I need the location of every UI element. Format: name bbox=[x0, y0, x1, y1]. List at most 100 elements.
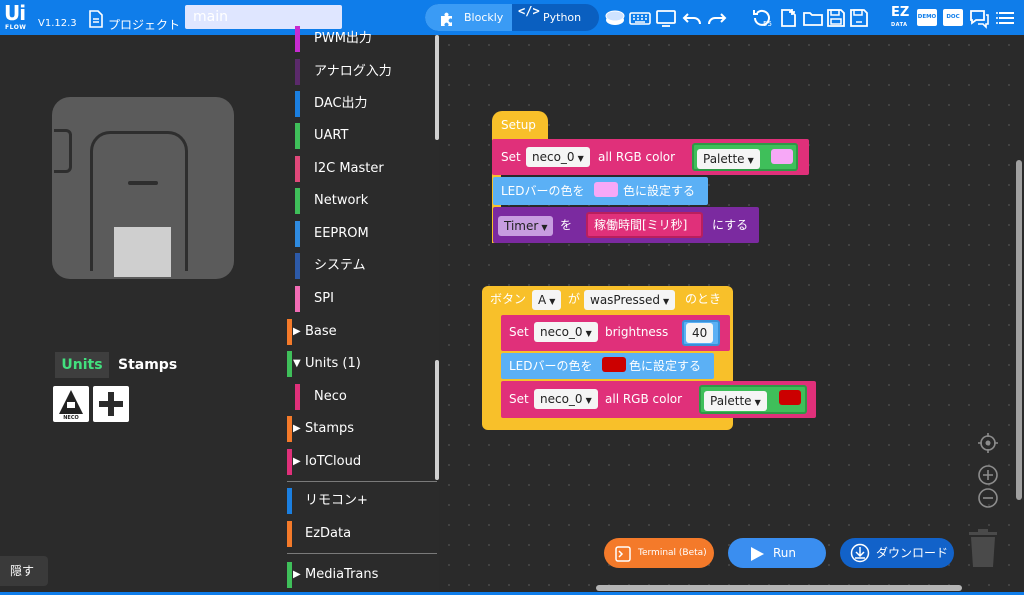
brightness-value[interactable]: 40 bbox=[686, 323, 714, 343]
workspace-scrollbar-vertical[interactable] bbox=[1016, 160, 1022, 500]
mode-toggle: Blockly </> Python bbox=[425, 4, 599, 31]
led-color-swatch[interactable] bbox=[594, 182, 618, 197]
keyboard-icon[interactable] bbox=[629, 7, 651, 29]
download-label: ダウンロード bbox=[876, 546, 949, 560]
category-item[interactable]: ▶ IoTCloud bbox=[287, 446, 437, 478]
ezdata-icon[interactable]: EZ DATA bbox=[891, 6, 909, 32]
chevron-down-icon: ▼ bbox=[541, 223, 548, 232]
download-button[interactable]: ダウンロード bbox=[840, 538, 954, 568]
led-color-swatch[interactable] bbox=[602, 357, 626, 372]
palette-dropdown[interactable]: Palette ▼ bbox=[704, 391, 767, 411]
zoom-out-icon[interactable] bbox=[977, 487, 999, 514]
category-item[interactable]: アナログ入力 bbox=[287, 56, 437, 88]
blockly-tab[interactable]: Blockly bbox=[425, 4, 512, 31]
category-item[interactable]: ▶ MediaTrans bbox=[287, 559, 437, 591]
target-dropdown[interactable]: neco_0 ▼ bbox=[534, 389, 598, 409]
project-label[interactable]: プロジェクト bbox=[108, 16, 180, 33]
blockly-label: Blockly bbox=[464, 11, 504, 24]
category-item[interactable]: ▼ Units (1) bbox=[287, 348, 437, 380]
doc-icon[interactable]: DOC bbox=[943, 9, 963, 26]
category-item[interactable]: UART bbox=[287, 120, 437, 152]
demo-icon[interactable]: DEMO bbox=[917, 9, 937, 26]
category-color-bar bbox=[295, 91, 300, 117]
set-keyword: Set bbox=[509, 325, 529, 339]
python-tab[interactable]: </> Python bbox=[512, 4, 599, 31]
neco-unit-tile[interactable]: NECO bbox=[53, 386, 89, 422]
category-item[interactable]: EEPROM bbox=[287, 218, 437, 250]
tab-units[interactable]: Units bbox=[55, 352, 109, 378]
category-item[interactable]: Network bbox=[287, 185, 437, 217]
category-item[interactable]: I2C Master bbox=[287, 153, 437, 185]
category-item[interactable]: DAC出力 bbox=[287, 88, 437, 120]
category-color-bar bbox=[287, 488, 292, 514]
caret-right-icon[interactable]: ▶ bbox=[293, 316, 301, 348]
category-color-bar bbox=[287, 521, 292, 547]
open-folder-icon[interactable] bbox=[802, 7, 824, 29]
category-item[interactable]: システム bbox=[287, 250, 437, 282]
category-item[interactable]: SPI bbox=[287, 283, 437, 315]
device-side-button bbox=[54, 129, 72, 173]
version-label: V1.12.3 bbox=[38, 18, 77, 29]
category-label: Network bbox=[314, 193, 369, 208]
python-label: Python bbox=[543, 11, 582, 24]
monitor-icon[interactable] bbox=[655, 7, 677, 29]
category-color-bar bbox=[295, 188, 300, 214]
set-keyword: Set bbox=[501, 150, 521, 164]
uiflow-logo: Ui FLOW bbox=[4, 1, 34, 32]
category-color-bar bbox=[295, 156, 300, 182]
tab-stamps[interactable]: Stamps bbox=[118, 352, 177, 378]
caret-down-icon[interactable]: ▼ bbox=[293, 348, 301, 380]
target-dropdown[interactable]: neco_0 ▼ bbox=[534, 322, 598, 342]
chevron-down-icon: ▼ bbox=[585, 396, 592, 405]
timer-var-dropdown[interactable]: Timer ▼ bbox=[498, 216, 554, 236]
button-dropdown[interactable]: A ▼ bbox=[532, 290, 562, 310]
new-file-icon[interactable] bbox=[778, 7, 800, 29]
set-rgb-block[interactable]: Set neco_0 ▼ all RGB color Palette ▼ bbox=[501, 381, 816, 418]
category-item[interactable]: Neco bbox=[287, 381, 437, 413]
chevron-down-icon: ▼ bbox=[585, 329, 592, 338]
recenter-icon[interactable] bbox=[977, 432, 999, 459]
category-item[interactable]: EzData bbox=[287, 518, 437, 550]
category-item[interactable]: ▶ Base bbox=[287, 316, 437, 348]
led-suffix: 色に設定する bbox=[623, 184, 696, 198]
menu-icon[interactable] bbox=[995, 7, 1017, 29]
led-bar-block[interactable]: LEDバーの色を 色に設定する bbox=[493, 177, 708, 205]
trash-icon[interactable] bbox=[968, 528, 998, 568]
led-bar-block[interactable]: LEDバーの色を 色に設定する bbox=[501, 353, 714, 379]
save-icon[interactable] bbox=[825, 7, 847, 29]
history-count: 55 bbox=[763, 20, 772, 28]
download-icon bbox=[850, 543, 870, 563]
button-value: A bbox=[538, 293, 547, 307]
feedback-icon[interactable] bbox=[968, 7, 990, 29]
color-swatch[interactable] bbox=[779, 390, 801, 405]
category-item[interactable]: PWM出力 bbox=[287, 23, 437, 55]
terminal-button[interactable]: Terminal (Beta) bbox=[604, 538, 714, 568]
category-divider bbox=[287, 481, 437, 482]
run-button[interactable]: Run bbox=[728, 538, 826, 568]
undo-icon[interactable] bbox=[681, 7, 703, 29]
palette-dropdown[interactable]: Palette ▼ bbox=[697, 149, 760, 169]
add-unit-button[interactable] bbox=[93, 386, 129, 422]
caret-right-icon[interactable]: ▶ bbox=[293, 559, 301, 591]
caret-right-icon[interactable]: ▶ bbox=[293, 413, 301, 445]
top-toolbar: Ui FLOW V1.12.3 プロジェクト Blockly </> Pytho… bbox=[0, 0, 1024, 35]
category-label: DAC出力 bbox=[314, 96, 368, 111]
redo-icon[interactable] bbox=[706, 7, 728, 29]
color-swatch[interactable] bbox=[771, 149, 793, 164]
workspace-scrollbar-horizontal[interactable] bbox=[596, 585, 962, 591]
target-dropdown[interactable]: neco_0 ▼ bbox=[526, 147, 590, 167]
led-prefix: LEDバーの色を bbox=[509, 359, 593, 373]
save-as-icon[interactable] bbox=[848, 7, 870, 29]
event-dropdown[interactable]: wasPressed ▼ bbox=[584, 290, 676, 310]
set-rgb-block[interactable]: Set neco_0 ▼ all RGB color Palette ▼ bbox=[492, 139, 809, 175]
category-item[interactable]: ▶ Stamps bbox=[287, 413, 437, 445]
setup-hat-block[interactable]: Setup bbox=[492, 111, 548, 141]
category-item[interactable]: リモコン+ bbox=[287, 485, 437, 517]
caret-right-icon[interactable]: ▶ bbox=[293, 446, 301, 478]
project-file-icon[interactable] bbox=[88, 10, 104, 28]
device-icon[interactable] bbox=[604, 7, 626, 29]
plus-icon bbox=[99, 392, 123, 416]
set-brightness-block[interactable]: Set neco_0 ▼ brightness 40 bbox=[501, 315, 730, 351]
timer-block[interactable]: Timer ▼ を 稼働時間[ミリ秒] にする bbox=[493, 207, 759, 243]
hide-panel-button[interactable]: 隠す bbox=[0, 556, 48, 586]
